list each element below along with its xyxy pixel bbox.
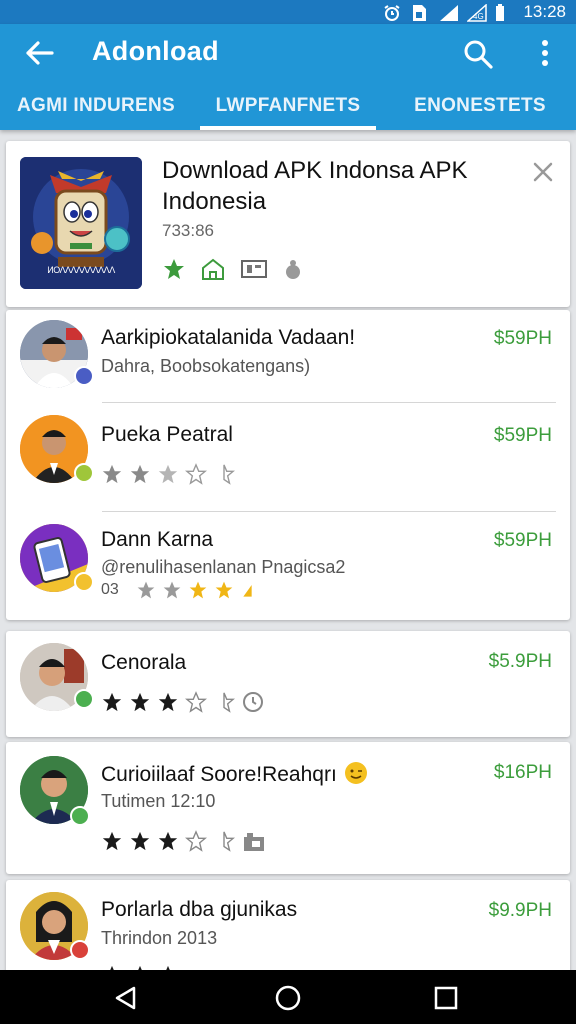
tab-bar: AGMI INDURENS LWPFANFNETS ENONESTETS [0, 82, 576, 130]
tab-agmi-indurens[interactable]: AGMI INDURENS [0, 82, 192, 130]
star-filled-icon [189, 581, 207, 599]
star-empty-icon [185, 463, 207, 485]
item-price: $59PH [493, 425, 552, 446]
list-item[interactable]: Porlarla dba gjunikas Thrindon 2013 $9.9… [6, 880, 570, 976]
home-icon [200, 257, 226, 286]
featured-app-card[interactable]: ИΟΛΛΛΛΛΛΛΛΛΛ Download APK Indonsa APK In… [6, 141, 570, 307]
star-filled-icon [158, 692, 178, 712]
list-item[interactable]: Aarkipiokatalanida Vadaan! Dahra, Boobso… [6, 310, 570, 402]
star-half-icon [243, 585, 252, 597]
verified-badge-icon [70, 806, 90, 826]
verified-badge-icon [74, 366, 94, 386]
star-filled-icon [130, 464, 150, 484]
star-rating [101, 829, 267, 853]
star-rating [101, 463, 235, 485]
results-card-3: Curioiilaaf Soore!Reahqrı Tutimen 12:10 … [6, 742, 570, 874]
emoji-icon [343, 760, 369, 786]
list-item[interactable]: Cenorala $5.9PH [6, 631, 570, 737]
app-icon-caption: ИΟΛΛΛΛΛΛΛΛΛΛ [47, 265, 115, 275]
item-subtitle: Dahra, Boobsokatengans) [101, 356, 311, 376]
item-name: Aarkipiokatalanida Vadaan! [101, 326, 356, 349]
item-subtitle: Thrindon 2013 [101, 928, 218, 948]
home-nav-icon[interactable] [274, 984, 302, 1012]
screen-icon [240, 258, 268, 285]
svg-text:4G: 4G [473, 12, 484, 21]
item-subtitle: Tutimen 12:10 [101, 791, 216, 811]
results-card-2: Cenorala $5.9PH [6, 631, 570, 737]
item-count: 03 [101, 581, 119, 598]
list-item[interactable]: Curioiilaaf Soore!Reahqrı Tutimen 12:10 … [6, 742, 570, 874]
item-subtitle: @renulihasenlanan Pnagicsa2 [101, 557, 346, 577]
tab-enonestets[interactable]: ENONESTETS [384, 82, 576, 130]
item-name-text: Curioiilaaf Soore!Reahqrı [101, 763, 337, 786]
system-navigation-bar [0, 970, 576, 1024]
app-bar: Adonload AGMI INDURENS LWPFANFNETS ENONE… [0, 24, 576, 130]
recents-nav-icon[interactable] [432, 984, 460, 1012]
tab-lwpfanfnets[interactable]: LWPFANFNETS [192, 82, 384, 130]
app-icon: ИΟΛΛΛΛΛΛΛΛΛΛ [20, 157, 142, 289]
app-badge-icon [74, 572, 94, 592]
alarm-icon [383, 4, 401, 21]
star-icon [162, 257, 186, 286]
item-price: $59PH [493, 328, 552, 349]
page-title: Adonload [92, 36, 219, 66]
data-icon: 4G [466, 3, 488, 22]
star-filled-icon [163, 581, 181, 599]
item-name: Porlarla dba gjunikas [101, 898, 298, 921]
star-rating [101, 690, 265, 714]
star-filled-icon [130, 692, 150, 712]
star-filled-icon [102, 692, 122, 712]
item-name: Cenorala [101, 651, 187, 674]
item-name: Curioiilaaf Soore!Reahqrı [101, 760, 369, 787]
status-bar: 4G 13:28 [0, 0, 576, 24]
star-half-icon [223, 831, 235, 852]
star-empty-icon [158, 464, 178, 484]
star-filled-icon [130, 831, 150, 851]
verified-badge-icon [74, 463, 94, 483]
verified-badge-icon [70, 940, 90, 960]
app-title: Download APK Indonsa APK Indonesia [162, 157, 468, 215]
sim-icon [411, 4, 429, 21]
user-icon [282, 258, 304, 285]
back-nav-icon[interactable] [112, 984, 140, 1012]
signal-icon [439, 4, 459, 21]
clock-icon [243, 692, 263, 712]
star-half-icon [223, 692, 235, 713]
list-item[interactable]: Dann Karna @renulihasenlanan Pnagicsa2 0… [6, 512, 570, 620]
item-price: $5.9PH [488, 651, 552, 672]
gift-icon [244, 833, 264, 851]
star-half-icon [223, 464, 235, 485]
star-rating [136, 580, 260, 600]
results-card-4: Porlarla dba gjunikas Thrindon 2013 $9.9… [6, 880, 570, 976]
star-empty-icon [185, 830, 207, 852]
results-card-1: Aarkipiokatalanida Vadaan! Dahra, Boobso… [6, 310, 570, 620]
back-arrow-icon[interactable] [22, 38, 56, 68]
app-size: 733:86 [162, 221, 214, 240]
close-icon[interactable] [530, 159, 556, 185]
item-price: $9.9PH [488, 900, 552, 921]
item-name: Dann Karna [101, 528, 214, 551]
star-empty-icon [185, 691, 207, 713]
star-filled-icon [158, 831, 178, 851]
list-item[interactable]: Pueka Peatral $59PH [6, 403, 570, 511]
battery-icon [495, 4, 513, 21]
item-price: $16PH [493, 762, 552, 783]
verified-badge-icon [74, 689, 94, 709]
star-filled-icon [137, 581, 155, 599]
search-icon[interactable] [462, 38, 494, 70]
item-price: $59PH [493, 530, 552, 551]
star-filled-icon [102, 464, 122, 484]
app-badges [162, 257, 304, 286]
status-time: 13:28 [523, 2, 566, 21]
item-name: Pueka Peatral [101, 423, 233, 446]
more-options-icon[interactable] [530, 36, 560, 70]
star-filled-icon [102, 831, 122, 851]
star-filled-icon [215, 581, 233, 599]
